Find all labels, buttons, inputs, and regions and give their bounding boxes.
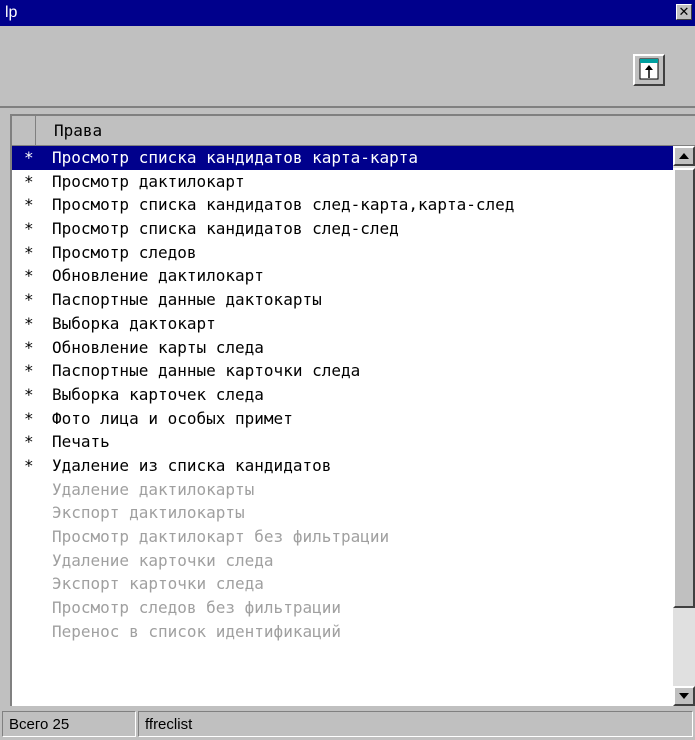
list-item-label: Экспорт дактилокарты: [52, 503, 245, 523]
list-item-label: Просмотр списка кандидатов след-карта,ка…: [52, 195, 515, 215]
list-item[interactable]: * Выборка дактокарт: [12, 312, 675, 336]
column-header-rights[interactable]: Права: [54, 116, 102, 146]
list-item[interactable]: Экспорт карточки следа: [12, 572, 675, 596]
toolbar: [0, 26, 695, 108]
granted-mark: *: [24, 337, 34, 357]
status-bar: Всего 25 ffreclist: [0, 708, 695, 740]
list-item[interactable]: * Фото лица и особых примет: [12, 407, 675, 431]
arrow-down-icon: [679, 693, 689, 699]
granted-mark: *: [24, 384, 34, 404]
granted-mark: *: [24, 313, 34, 333]
scroll-thumb[interactable]: [673, 168, 695, 608]
granted-mark: *: [24, 266, 34, 286]
list-item[interactable]: * Паспортные данные карточки следа: [12, 359, 675, 383]
list-item[interactable]: * Просмотр дактилокарт: [12, 170, 675, 194]
granted-mark: *: [24, 148, 34, 167]
list-item[interactable]: Перенос в список идентификаций: [12, 620, 675, 644]
list-item-label: Печать: [52, 432, 110, 452]
list-item[interactable]: Удаление дактилокарты: [12, 478, 675, 502]
list-item[interactable]: * Печать: [12, 430, 675, 454]
list-item-label: Просмотр следов без фильтрации: [52, 598, 341, 618]
list-item[interactable]: * Просмотр списка кандидатов след-карта,к…: [12, 193, 675, 217]
list-item-label: Просмотр списка кандидатов след-след: [52, 219, 399, 239]
list-item[interactable]: Экспорт дактилокарты: [12, 501, 675, 525]
list-item-label: Обновление дактилокарт: [52, 266, 264, 286]
list-item-label: Экспорт карточки следа: [52, 574, 264, 594]
list-rows: * Просмотр списка кандидатов карта-карта *…: [12, 146, 675, 643]
status-count: Всего 25: [2, 711, 136, 737]
granted-mark: *: [24, 195, 34, 215]
granted-mark: *: [24, 219, 34, 239]
list-item[interactable]: * Обновление карты следа: [12, 336, 675, 360]
list-item-label: Просмотр следов: [52, 242, 197, 262]
rights-listbox[interactable]: Права * Просмотр списка кандидатов карта-…: [10, 114, 695, 706]
granted-mark: *: [24, 171, 34, 191]
granted-mark: *: [24, 455, 34, 475]
close-icon: ✕: [678, 5, 690, 20]
list-item[interactable]: Удаление карточки следа: [12, 549, 675, 573]
list-header: Права: [12, 116, 695, 146]
list-item-label: Удаление из списка кандидатов: [52, 455, 332, 475]
list-item[interactable]: Просмотр следов без фильтрации: [12, 596, 675, 620]
close-button[interactable]: ✕: [676, 4, 692, 20]
list-item[interactable]: * Паспортные данные дактокарты: [12, 288, 675, 312]
window-title: lp: [5, 4, 18, 21]
title-bar: lp ✕: [0, 0, 695, 26]
granted-mark: *: [24, 432, 34, 452]
granted-mark: *: [24, 242, 34, 262]
list-item[interactable]: * Просмотр следов: [12, 241, 675, 265]
granted-mark: *: [24, 361, 34, 381]
list-item-label: Просмотр дактилокарт без фильтрации: [52, 527, 390, 546]
arrow-up-icon: [679, 153, 689, 159]
list-item-label: Просмотр дактилокарт: [52, 171, 245, 191]
list-item[interactable]: * Выборка карточек следа: [12, 383, 675, 407]
list-item-label: Просмотр списка кандидатов карта-карта: [52, 148, 419, 167]
vertical-scrollbar[interactable]: [673, 146, 695, 706]
scroll-down-button[interactable]: [673, 686, 695, 706]
status-list-name: ffreclist: [138, 711, 693, 737]
list-item[interactable]: * Просмотр списка кандидатов карта-карта: [12, 146, 675, 170]
list-item[interactable]: Просмотр дактилокарт без фильтрации: [12, 525, 675, 549]
list-item-label: Фото лица и особых примет: [52, 408, 293, 428]
list-item[interactable]: * Обновление дактилокарт: [12, 264, 675, 288]
list-item-label: Обновление карты следа: [52, 337, 264, 357]
list-item[interactable]: * Просмотр списка кандидатов след-след: [12, 217, 675, 241]
list-item-label: Удаление дактилокарты: [52, 479, 255, 499]
granted-mark: *: [24, 290, 34, 310]
toolbar-action-button[interactable]: [633, 54, 665, 86]
list-item-label: Выборка карточек следа: [52, 384, 264, 404]
list-item-label: Удаление карточки следа: [52, 550, 274, 570]
window-up-arrow-icon: [639, 58, 659, 80]
scroll-up-button[interactable]: [673, 146, 695, 166]
list-item[interactable]: * Удаление из списка кандидатов: [12, 454, 675, 478]
granted-mark: *: [24, 408, 34, 428]
list-item-label: Паспортные данные дактокарты: [52, 290, 322, 310]
list-item-label: Паспортные данные карточки следа: [52, 361, 361, 381]
list-item-label: Выборка дактокарт: [52, 313, 216, 333]
header-corner: [12, 116, 36, 145]
list-item-label: Перенос в список идентификаций: [52, 621, 341, 641]
